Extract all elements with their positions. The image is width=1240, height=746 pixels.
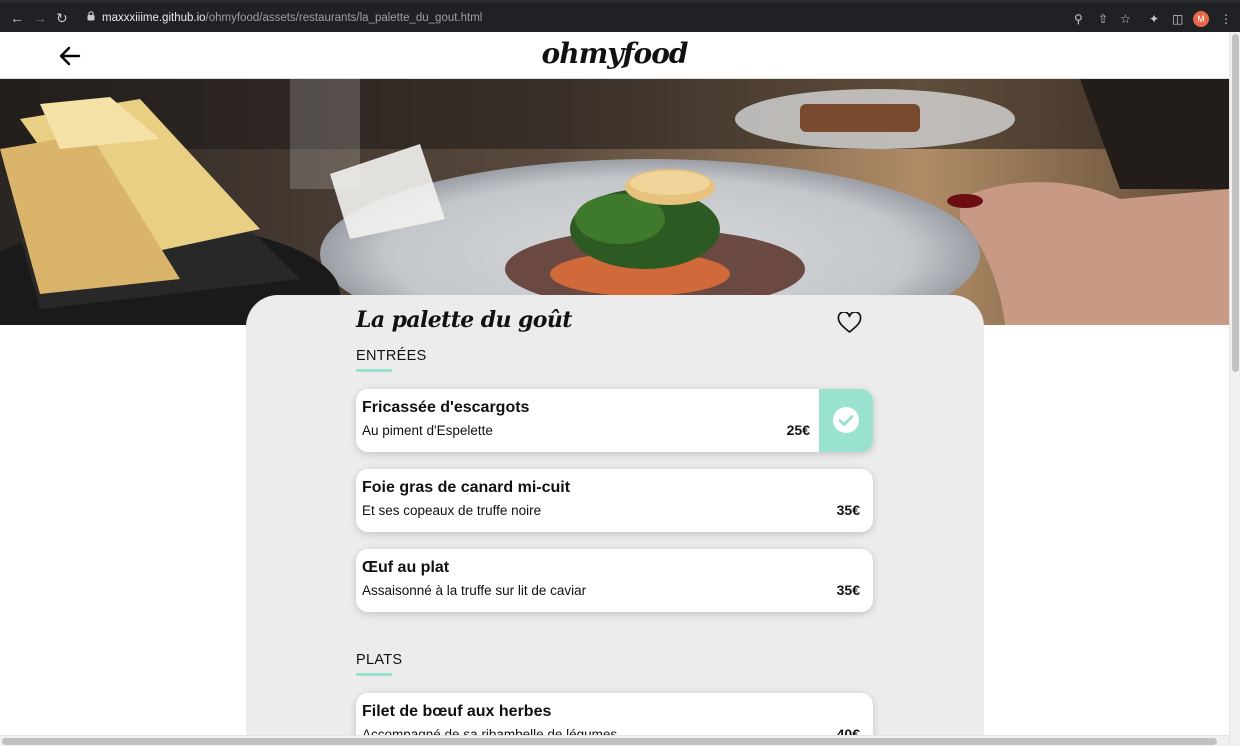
site-logo[interactable]: ohmyfood bbox=[0, 37, 1229, 70]
check-circle-icon bbox=[833, 407, 859, 433]
dish-name: Foie gras de canard mi-cuit bbox=[362, 479, 571, 496]
dish-description: Assaisonné à la truffe sur lit de caviar bbox=[362, 583, 587, 598]
bookmark-star-icon[interactable]: ☆ bbox=[1120, 12, 1131, 26]
site-header: ohmyfood bbox=[0, 32, 1229, 79]
dish-name: Fricassée d'escargots bbox=[362, 399, 530, 416]
dish-price: 35€ bbox=[836, 502, 860, 518]
menu-item-card[interactable]: Œuf au plat Assaisonné à la truffe sur l… bbox=[356, 549, 873, 612]
restaurant-title: La palette du goût bbox=[356, 307, 572, 333]
hero-image bbox=[0, 79, 1229, 325]
url-host: maxxxiiime.github.io bbox=[102, 12, 206, 24]
section-heading-entrees: ENTRÉES bbox=[356, 348, 427, 372]
dish-description: Au piment d'Espelette bbox=[362, 423, 493, 438]
hero-photo bbox=[0, 79, 1229, 325]
browser-forward-icon[interactable]: → bbox=[33, 10, 47, 26]
address-bar-text[interactable]: maxxxiiime.github.io/ohmyfood/assets/res… bbox=[102, 12, 482, 24]
menu-item-card[interactable]: Foie gras de canard mi-cuit Et ses copea… bbox=[356, 469, 873, 532]
share-icon[interactable]: ⇧ bbox=[1098, 12, 1108, 26]
browser-back-icon[interactable]: ← bbox=[10, 10, 24, 26]
menu-item-card[interactable]: Fricassée d'escargots Au piment d'Espele… bbox=[356, 389, 873, 452]
vertical-scrollbar[interactable] bbox=[1229, 32, 1240, 746]
dish-name: Œuf au plat bbox=[362, 559, 450, 576]
profile-avatar[interactable]: M bbox=[1193, 11, 1209, 27]
browser-reload-icon[interactable]: ↻ bbox=[56, 10, 68, 26]
heart-icon[interactable] bbox=[837, 312, 862, 334]
dish-description: Et ses copeaux de truffe noire bbox=[362, 503, 542, 518]
section-underline bbox=[356, 673, 392, 676]
browser-toolbar: ← → ↻ maxxxiiime.github.io/ohmyfood/asse… bbox=[0, 0, 1240, 32]
dish-name: Filet de bœuf aux herbes bbox=[362, 703, 552, 720]
section-title: ENTRÉES bbox=[356, 348, 427, 364]
selected-indicator[interactable] bbox=[819, 389, 873, 452]
horizontal-scrollbar-thumb[interactable] bbox=[2, 738, 1217, 745]
side-panel-icon[interactable]: ◫ bbox=[1172, 12, 1183, 26]
section-underline bbox=[356, 369, 392, 372]
zoom-icon[interactable]: ⚲ bbox=[1074, 12, 1083, 26]
browser-menu-icon[interactable]: ⋮ bbox=[1220, 12, 1232, 26]
vertical-scrollbar-thumb[interactable] bbox=[1232, 34, 1239, 372]
menu-panel: La palette du goût ENTRÉES Fricassée d'e… bbox=[246, 295, 984, 746]
extensions-icon[interactable]: ✦ bbox=[1149, 12, 1159, 26]
dish-price: 25€ bbox=[786, 422, 810, 438]
section-heading-plats: PLATS bbox=[356, 652, 402, 676]
section-title: PLATS bbox=[356, 652, 403, 668]
horizontal-scrollbar[interactable] bbox=[0, 735, 1229, 746]
lock-icon bbox=[87, 11, 95, 21]
url-path: /ohmyfood/assets/restaurants/la_palette_… bbox=[205, 12, 483, 24]
dish-price: 35€ bbox=[836, 582, 860, 598]
